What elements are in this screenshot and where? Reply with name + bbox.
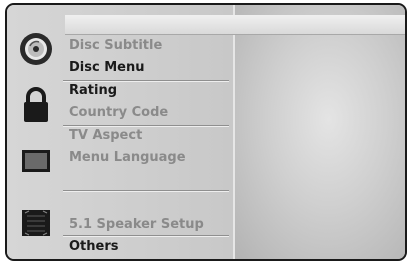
- menu-item-menu-language[interactable]: Menu Language: [69, 148, 229, 168]
- speaker-icon: [15, 205, 57, 241]
- menu-title-bar: [65, 15, 405, 35]
- menu-item-others[interactable]: Others: [69, 237, 229, 257]
- menu-item-speaker-setup[interactable]: 5.1 Speaker Setup: [69, 215, 229, 235]
- preview-panel: [235, 5, 405, 259]
- setup-menu-frame: Disc Subtitle Disc Menu Rating Country C…: [5, 3, 407, 261]
- tv-screen-icon: [15, 139, 57, 183]
- menu-item-disc-menu[interactable]: Disc Menu: [69, 58, 229, 78]
- menu-item-tv-aspect[interactable]: TV Aspect: [69, 126, 229, 146]
- disc-icon: [15, 27, 57, 71]
- menu-separator: [63, 190, 229, 192]
- menu-item-rating[interactable]: Rating: [69, 81, 229, 101]
- menu-item-disc-subtitle[interactable]: Disc Subtitle: [69, 36, 229, 56]
- lock-icon: [15, 83, 57, 127]
- dvd-setup-screen: Disc Subtitle Disc Menu Rating Country C…: [0, 0, 414, 264]
- menu-item-country-code[interactable]: Country Code: [69, 103, 229, 123]
